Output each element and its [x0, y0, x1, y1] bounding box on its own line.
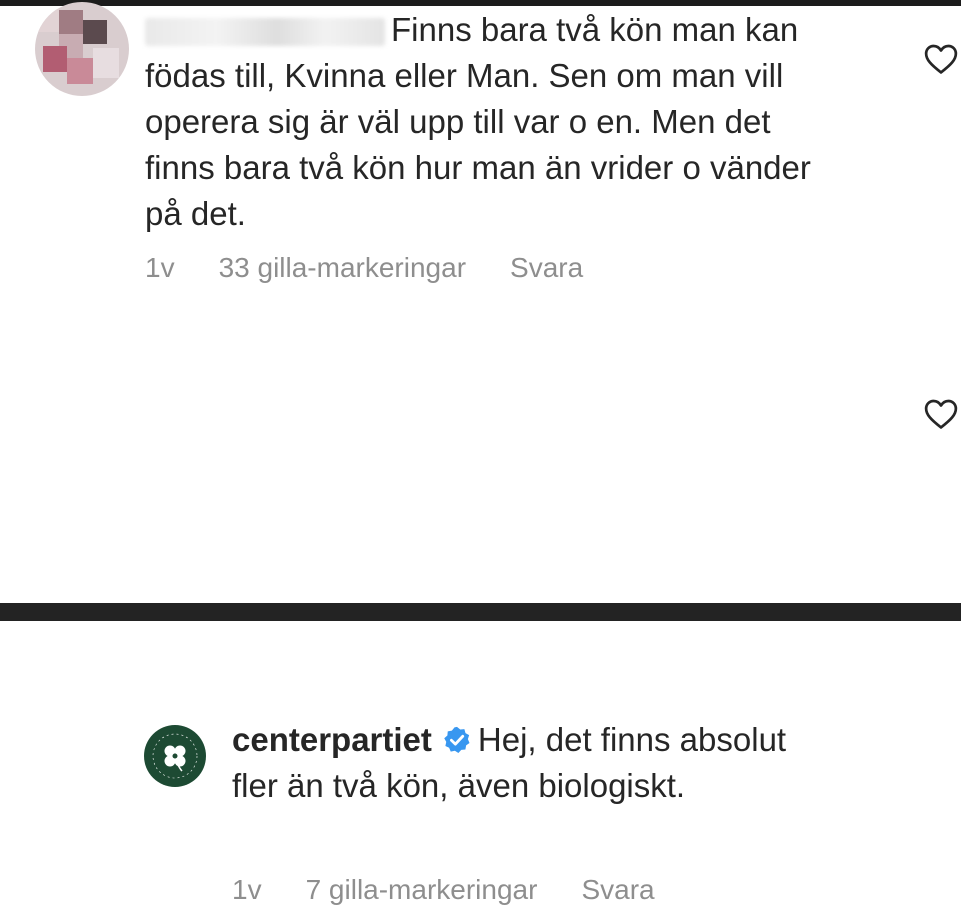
avatar-centerpartiet[interactable]	[144, 725, 206, 787]
bottom-edge-bar	[0, 603, 961, 621]
avatar-pixel	[83, 20, 107, 44]
comment-2-time: 1v	[232, 874, 262, 905]
comment-1-likes[interactable]: 33 gilla-markeringar	[219, 252, 466, 283]
avatar-pixel	[67, 58, 93, 84]
comment-2: centerpartiet Hej, det finns absolut fle…	[0, 355, 961, 905]
avatar-pixel	[43, 46, 67, 72]
comment-1-text-block: Finns bara två kön man kan födas till, K…	[145, 7, 845, 237]
blurred-username[interactable]	[145, 18, 385, 47]
comment-1: Finns bara två kön man kan födas till, K…	[0, 0, 961, 300]
avatar-blurred[interactable]	[35, 2, 129, 96]
comment-2-username[interactable]: centerpartiet	[232, 721, 432, 758]
comment-2-text-block: centerpartiet Hej, det finns absolut fle…	[232, 717, 812, 809]
comment-2-reply-button[interactable]: Svara	[581, 874, 654, 905]
comment-1-reply-button[interactable]: Svara	[510, 252, 583, 283]
avatar-pixel	[59, 10, 83, 34]
comment-1-meta: 1v 33 gilla-markeringar Svara	[145, 252, 627, 284]
comment-2-meta: 1v 7 gilla-markeringar Svara	[232, 874, 699, 906]
clover-icon	[146, 727, 204, 785]
avatar-pixel	[35, 2, 59, 32]
avatar-pixel	[93, 48, 119, 78]
comment-2-likes[interactable]: 7 gilla-markeringar	[306, 874, 538, 905]
comment-1-time: 1v	[145, 252, 175, 283]
heart-outline-icon[interactable]	[924, 398, 958, 430]
verified-badge-icon	[444, 726, 470, 753]
heart-outline-icon[interactable]	[924, 43, 958, 75]
